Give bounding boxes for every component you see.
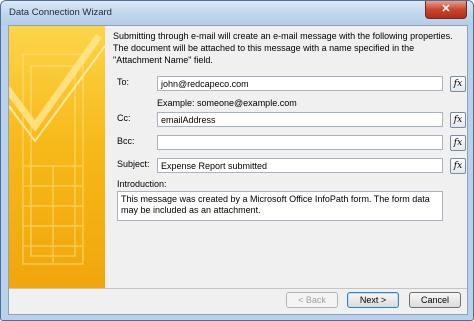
subject-label: Subject: [117,159,150,169]
back-button[interactable]: < Back [286,292,338,308]
cc-fx-button[interactable]: fx [450,112,466,128]
bcc-fx-button[interactable]: fx [450,135,466,151]
function-icon: fx [453,138,463,148]
function-icon: fx [453,115,463,125]
cc-field[interactable]: emailAddress [157,112,443,127]
wizard-content: Submitting through e-mail will create an… [105,26,467,288]
bcc-field[interactable] [157,135,443,150]
introduction-label: Introduction: [117,179,167,189]
to-fx-button[interactable]: fx [450,76,466,92]
dialog-body: Submitting through e-mail will create an… [8,25,468,315]
function-icon: fx [453,79,463,89]
to-field[interactable]: john@redcapeco.com [157,76,443,91]
function-icon: fx [453,161,463,171]
introduction-field[interactable]: This message was created by a Microsoft … [117,191,443,221]
wizard-window: Data Connection Wizard ✕ Submitting thro… [0,0,474,321]
to-label: To: [117,77,130,87]
subject-field[interactable]: Expense Report submitted [157,158,443,173]
button-separator [9,288,467,289]
wizard-banner-graphic [9,26,105,288]
cc-label: Cc: [117,113,131,123]
window-title: Data Connection Wizard [9,7,112,18]
subject-fx-button[interactable]: fx [450,158,466,174]
cancel-button[interactable]: Cancel [409,292,461,308]
bcc-label: Bcc: [117,136,135,146]
banner-art [9,33,105,265]
title-bar: Data Connection Wizard ✕ [1,1,473,25]
intro-text: Submitting through e-mail will create an… [113,31,453,65]
next-button[interactable]: Next > [347,292,399,308]
close-icon: ✕ [441,3,451,15]
example-hint: Example: someone@example.com [157,98,297,108]
close-button[interactable]: ✕ [425,1,467,19]
